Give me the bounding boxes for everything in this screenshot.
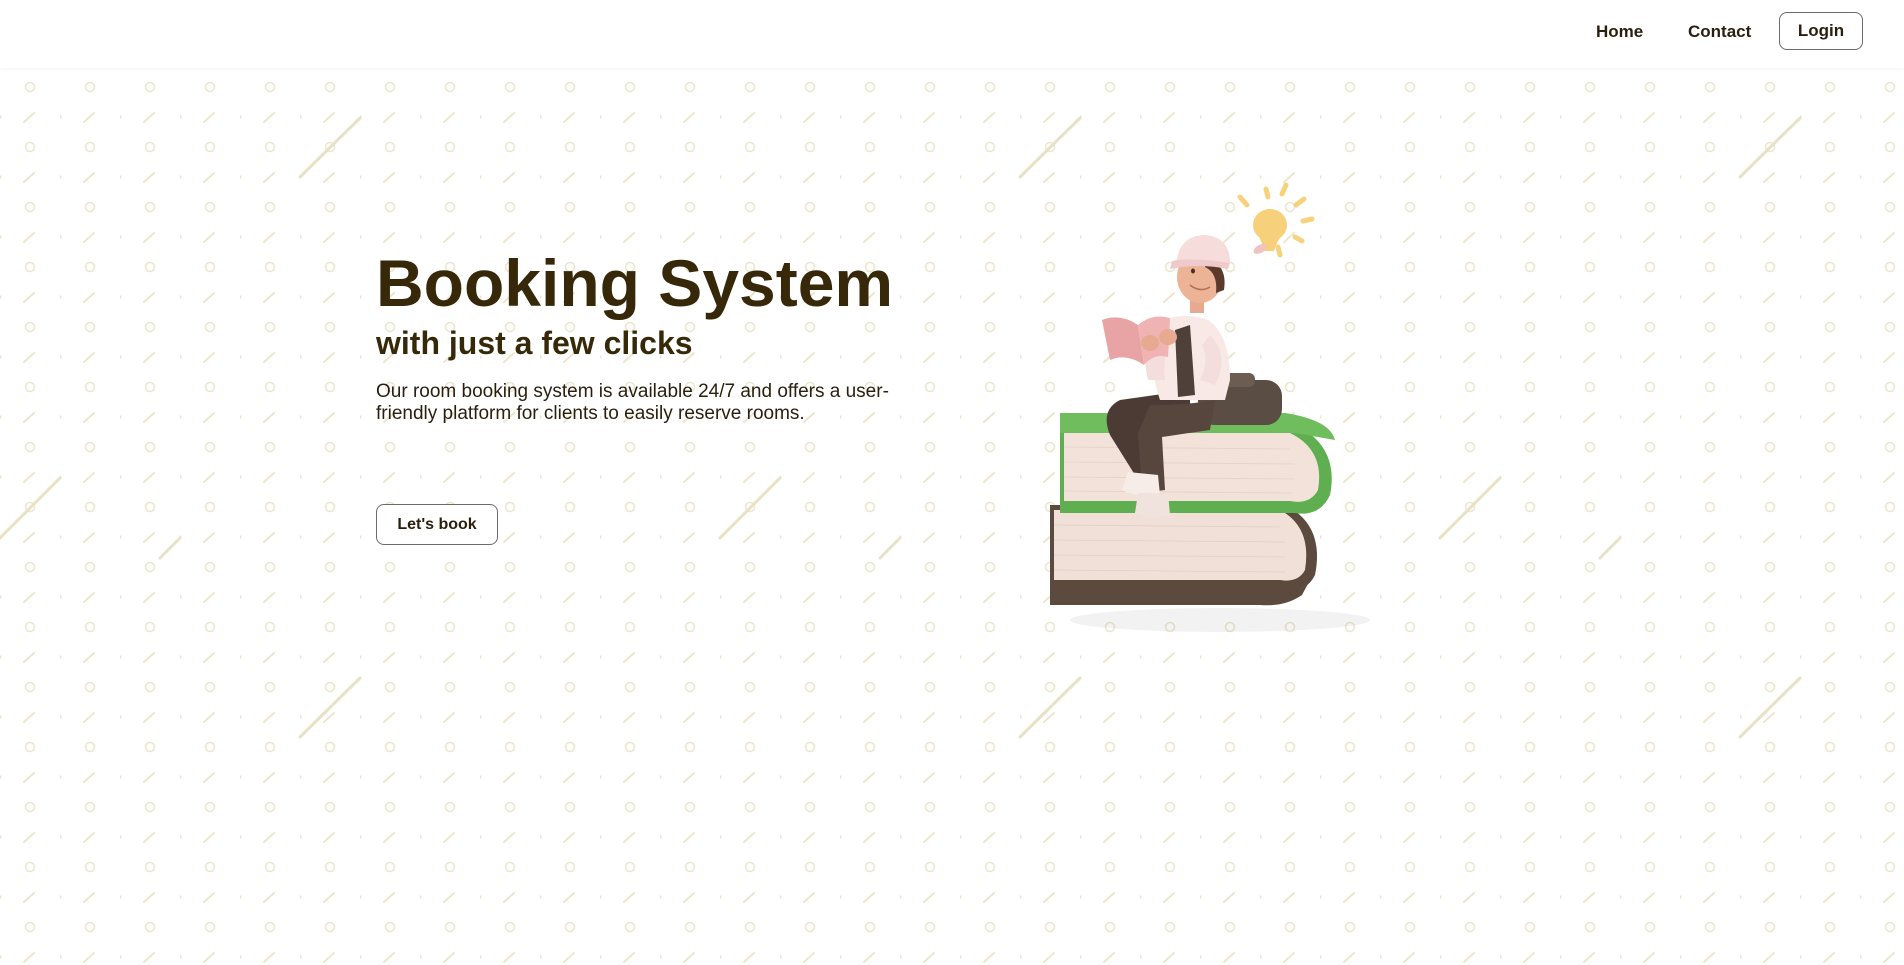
- background-pattern: [0, 68, 1904, 965]
- hero-description: Our room booking system is available 24/…: [376, 381, 889, 424]
- hero-subtitle: with just a few clicks: [376, 325, 693, 361]
- page: Home Contact Login Booking System with j…: [0, 0, 1904, 965]
- nav-contact-link[interactable]: Contact: [1688, 22, 1751, 42]
- person-reading-on-books-icon: [1050, 182, 1370, 632]
- hero-title: Booking System: [376, 246, 894, 320]
- nav-home-link[interactable]: Home: [1596, 22, 1643, 42]
- lightbulb-icon: [1237, 182, 1315, 258]
- top-navbar: Home Contact Login: [0, 0, 1904, 68]
- login-button[interactable]: Login: [1779, 12, 1863, 50]
- lets-book-button[interactable]: Let's book: [376, 504, 498, 545]
